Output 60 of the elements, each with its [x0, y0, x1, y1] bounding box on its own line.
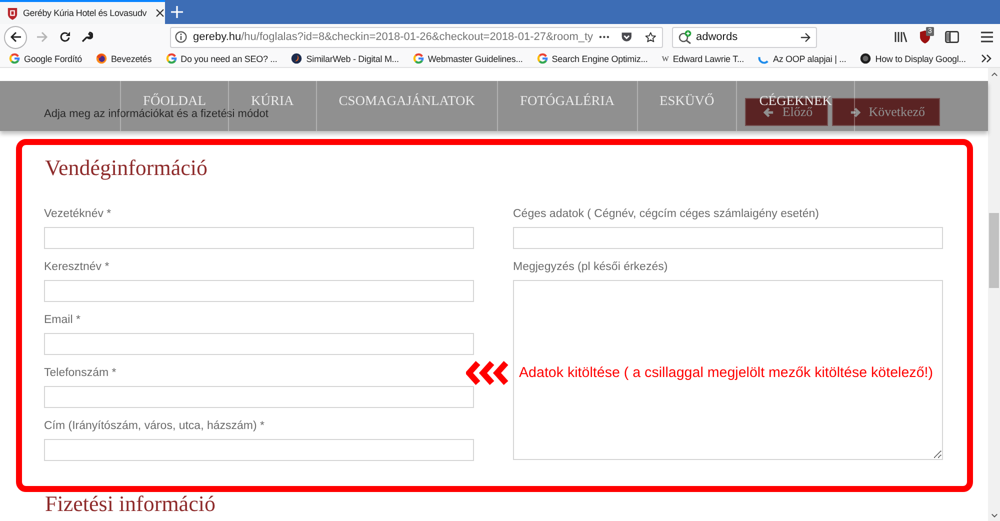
shield-icon [7, 6, 18, 20]
bookmark[interactable]: w Edward Lawrie T... [662, 53, 744, 64]
chevron-shield-icon[interactable] [621, 31, 633, 43]
bookmark[interactable]: Webmaster Guidelines... [412, 53, 523, 64]
bookmark[interactable]: How to Display Googl... [860, 53, 966, 64]
search-field[interactable]: adwords [672, 26, 817, 48]
bookmark-glyph: w [662, 53, 669, 64]
double-chevron-icon[interactable] [981, 54, 992, 63]
letter-g-icon [9, 53, 20, 64]
letter-g-icon [536, 53, 548, 64]
more-icon[interactable] [599, 35, 610, 39]
next-button[interactable]: Következő [832, 98, 940, 126]
back-button[interactable] [4, 26, 27, 48]
sidebar-icon[interactable] [945, 31, 959, 43]
disc-icon [860, 53, 872, 64]
bookmark[interactable]: Do you need an SEO? ... [166, 53, 278, 64]
swirl-icon [291, 53, 302, 64]
field-label: Keresztnév * [44, 260, 110, 275]
star-icon[interactable] [644, 30, 656, 44]
bookmark[interactable]: Search Engine Optimiz... [536, 53, 648, 64]
up-caret-icon[interactable] [990, 72, 998, 77]
field-label: Email * [44, 313, 82, 328]
address-bar[interactable]: gereby.hu/hu/foglalas?id=8&checkin=2018-01-26&checkout=2018-01-27&room_ty [170, 26, 663, 48]
field-label: Cím (Irányítószám, város, utca, házszám) * [44, 419, 266, 434]
left-arrow-icon [763, 106, 774, 118]
field-label: Telefonszám * [44, 366, 118, 381]
scrollbar-thumb[interactable] [989, 213, 999, 288]
bookmark[interactable]: SimilarWeb - Digital M... [291, 53, 399, 64]
info-icon[interactable] [175, 31, 187, 43]
text-input[interactable] [44, 280, 474, 302]
globe-icon [96, 53, 107, 64]
field-label: Vezetéknév * [44, 207, 112, 222]
bookmark[interactable]: Google Fordító [9, 53, 82, 64]
close-icon[interactable] [156, 9, 164, 17]
wrench-icon[interactable] [81, 31, 93, 43]
section-title: Fizetési információ [44, 492, 216, 516]
field-label: Céges adatok ( Cégnév, cégcím céges számlaigény esetén) [513, 207, 820, 222]
browser-tab[interactable]: Geréby Kúria Hotel és Lovasudv [0, 0, 165, 24]
section-title: Vendéginformáció [44, 155, 208, 181]
plus-icon[interactable] [171, 6, 183, 18]
letter-g-icon [412, 53, 424, 64]
down-caret-icon[interactable] [990, 513, 998, 518]
text-input[interactable] [44, 386, 474, 408]
page-subtitle: Adja meg az információkat és a fizetési módot [44, 107, 268, 120]
url-text: gereby.hu/hu/foglalas?id=8&checkin=2018-01-26&checkout=2018-01-27&room_ty [193, 31, 594, 43]
text-input[interactable] [44, 333, 474, 355]
library-icon[interactable] [894, 31, 908, 43]
menu-icon[interactable] [980, 31, 994, 43]
field-label: Megjegyzés (pl késői érkezés) [513, 260, 669, 275]
reload-icon[interactable] [59, 31, 71, 43]
text-input[interactable] [513, 227, 943, 249]
text-input[interactable] [44, 227, 474, 249]
right-arrow-icon[interactable] [800, 32, 811, 42]
left-arrow-icon [10, 31, 22, 43]
bookmark[interactable]: Az OOP alapjai | ... [758, 53, 846, 64]
search-icon [678, 30, 692, 44]
textarea-field[interactable] [513, 280, 943, 460]
bookmark[interactable]: Bevezetés [96, 53, 152, 64]
letter-g-icon [166, 53, 177, 64]
text-input[interactable] [44, 439, 474, 461]
